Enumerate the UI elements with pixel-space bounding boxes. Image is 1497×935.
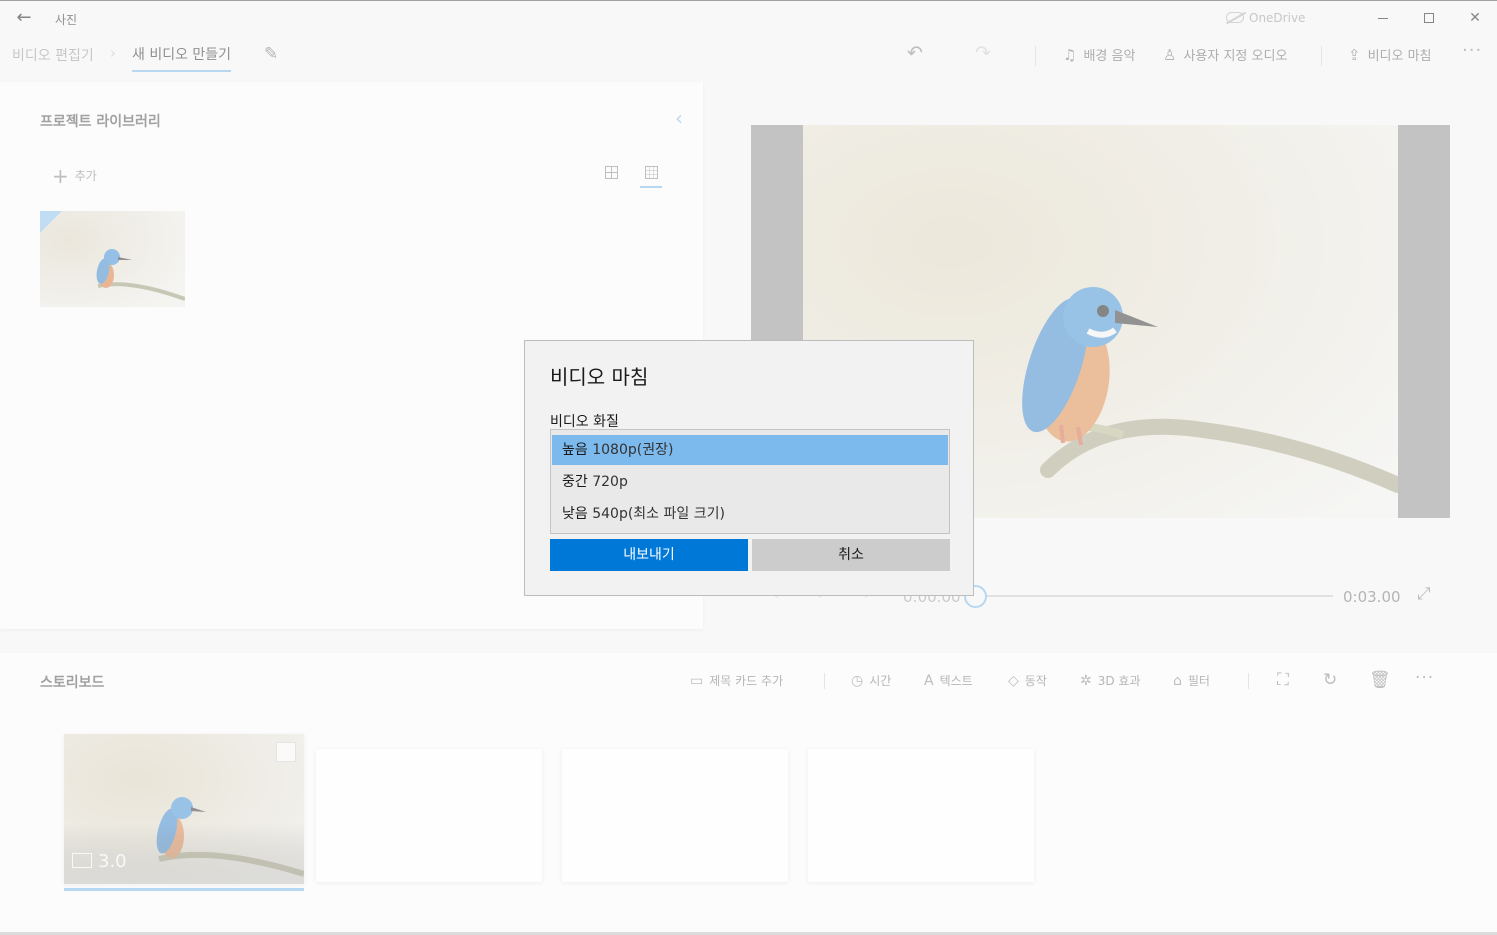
grid-large-icon <box>604 166 618 179</box>
quality-option-detail: 1080p(권장) <box>592 442 674 458</box>
text-label: 텍스트 <box>939 674 973 688</box>
duration-button[interactable]: ◷ 시간 <box>851 672 891 689</box>
collapse-chevron-icon[interactable]: ‹ <box>675 106 683 130</box>
storyboard-more-icon[interactable]: ··· <box>1415 668 1434 688</box>
storyboard-panel: 스토리보드 ▭ 제목 카드 추가 ◷ 시간 A 텍스트 ◇ 동작 ✲ 3D 효과 ⌂ 필터 … <box>0 653 1497 935</box>
quality-option-low[interactable]: 낮음 540p(최소 파일 크기) <box>552 499 948 529</box>
rename-pencil-icon[interactable]: ✎ <box>264 44 278 64</box>
toolbar-divider <box>1321 46 1322 66</box>
finish-video-label: 비디오 마침 <box>1367 49 1432 64</box>
toolbar-divider <box>1035 46 1036 66</box>
add-media-button[interactable]: + 추가 <box>52 164 97 188</box>
grid-small-icon <box>644 166 658 179</box>
close-icon: ✕ <box>1469 10 1481 26</box>
text-button[interactable]: A 텍스트 <box>924 672 973 689</box>
small-grid-view-button[interactable] <box>640 164 662 188</box>
delete-icon[interactable]: 🗑 <box>1369 670 1391 690</box>
breadcrumb-chevron-icon: › <box>110 44 116 62</box>
background-music-label: 배경 음악 <box>1083 49 1136 64</box>
music-note-icon: ♫ <box>1063 46 1077 64</box>
share-icon: ⇪ <box>1348 46 1361 64</box>
clip-select-checkbox[interactable] <box>276 742 296 762</box>
cancel-button[interactable]: 취소 <box>752 539 950 571</box>
quality-option-name: 높음 <box>562 442 588 458</box>
empty-clip-slot[interactable] <box>808 749 1034 882</box>
total-time: 0:03.00 <box>1343 588 1401 606</box>
person-audio-icon: ♙ <box>1163 46 1177 64</box>
minimize-icon <box>1378 17 1388 19</box>
export-button[interactable]: 내보내기 <box>550 539 748 571</box>
add-title-card-button[interactable]: ▭ 제목 카드 추가 <box>690 672 783 689</box>
3d-effects-icon: ✲ <box>1080 673 1092 689</box>
plus-icon: + <box>52 164 69 188</box>
clip-duration-value: 3.0 <box>98 851 127 872</box>
rotate-icon[interactable]: ↻ <box>1323 670 1337 690</box>
duration-label: 시간 <box>869 674 892 688</box>
finish-video-button[interactable]: ⇪ 비디오 마침 <box>1348 45 1432 64</box>
storyboard-clip[interactable]: 3.0 <box>64 734 304 884</box>
text-icon: A <box>924 673 934 689</box>
motion-button[interactable]: ◇ 동작 <box>1008 672 1047 689</box>
empty-clip-slot[interactable] <box>562 749 788 882</box>
onedrive-status[interactable]: OneDrive <box>1226 11 1305 25</box>
finish-video-dialog: 비디오 마침 비디오 화질 높음 1080p(권장) 중간 720p 낮음 54… <box>524 340 974 596</box>
add-media-label: 추가 <box>74 169 97 183</box>
storyboard-divider <box>1248 673 1249 689</box>
quality-option-name: 중간 <box>562 474 588 490</box>
more-options-icon[interactable]: ··· <box>1462 40 1482 61</box>
filters-button[interactable]: ⌂ 필터 <box>1173 672 1210 689</box>
clip-selected-indicator <box>64 888 304 891</box>
app-title: 사진 <box>55 13 78 27</box>
onedrive-label: OneDrive <box>1249 11 1306 25</box>
dialog-title: 비디오 마침 <box>550 365 649 389</box>
undo-icon[interactable]: ↶ <box>907 42 923 64</box>
custom-audio-label: 사용자 지정 오디오 <box>1183 49 1288 64</box>
filters-label: 필터 <box>1187 674 1210 688</box>
quality-option-detail: 540p(최소 파일 크기) <box>592 506 725 522</box>
in-use-corner-badge <box>40 211 62 233</box>
clock-icon: ◷ <box>851 673 864 689</box>
library-title: 프로젝트 라이브러리 <box>40 114 161 130</box>
title-card-icon: ▭ <box>690 673 704 689</box>
breadcrumb-current-project: 새 비디오 만들기 <box>132 44 232 72</box>
cloud-off-icon <box>1226 12 1244 23</box>
editor-toolbar: 비디오 편집기 › 새 비디오 만들기 ✎ ↶ ↷ ♫ 배경 음악 ♙ 사용자 지정… <box>0 36 1497 76</box>
maximize-button[interactable] <box>1406 1 1452 35</box>
fullscreen-icon[interactable]: ⤢ <box>1417 584 1431 604</box>
motion-label: 동작 <box>1024 674 1047 688</box>
redo-icon[interactable]: ↷ <box>975 42 991 64</box>
video-quality-listbox[interactable]: 높음 1080p(권장) 중간 720p 낮음 540p(최소 파일 크기) <box>550 429 950 534</box>
storyboard-title: 스토리보드 <box>40 675 105 691</box>
add-title-card-label: 제목 카드 추가 <box>709 674 784 688</box>
empty-clip-slot[interactable] <box>316 749 542 882</box>
minimize-button[interactable] <box>1360 1 1406 35</box>
video-quality-label: 비디오 화질 <box>550 414 619 430</box>
background-music-button[interactable]: ♫ 배경 음악 <box>1063 45 1135 64</box>
motion-icon: ◇ <box>1008 673 1019 689</box>
clip-duration: 3.0 <box>72 851 127 872</box>
crop-icon[interactable]: ⛶ <box>1277 670 1289 690</box>
filter-brush-icon: ⌂ <box>1173 673 1182 689</box>
quality-option-name: 낮음 <box>562 506 588 522</box>
large-grid-view-button[interactable] <box>600 164 622 188</box>
maximize-icon <box>1424 13 1434 23</box>
breadcrumb-video-editor[interactable]: 비디오 편집기 <box>12 45 94 65</box>
close-button[interactable]: ✕ <box>1452 1 1497 35</box>
quality-option-medium[interactable]: 중간 720p <box>552 467 948 497</box>
custom-audio-button[interactable]: ♙ 사용자 지정 오디오 <box>1163 45 1287 64</box>
quality-option-detail: 720p <box>592 474 628 490</box>
3d-effects-label: 3D 효과 <box>1097 674 1141 688</box>
title-bar: ← 사진 OneDrive ✕ <box>0 0 1497 36</box>
seek-bar[interactable] <box>975 595 1333 597</box>
3d-effects-button[interactable]: ✲ 3D 효과 <box>1080 672 1141 689</box>
image-icon <box>72 853 92 868</box>
quality-option-high[interactable]: 높음 1080p(권장) <box>552 435 948 465</box>
storyboard-divider <box>824 673 825 689</box>
back-arrow-icon[interactable]: ← <box>10 7 38 31</box>
